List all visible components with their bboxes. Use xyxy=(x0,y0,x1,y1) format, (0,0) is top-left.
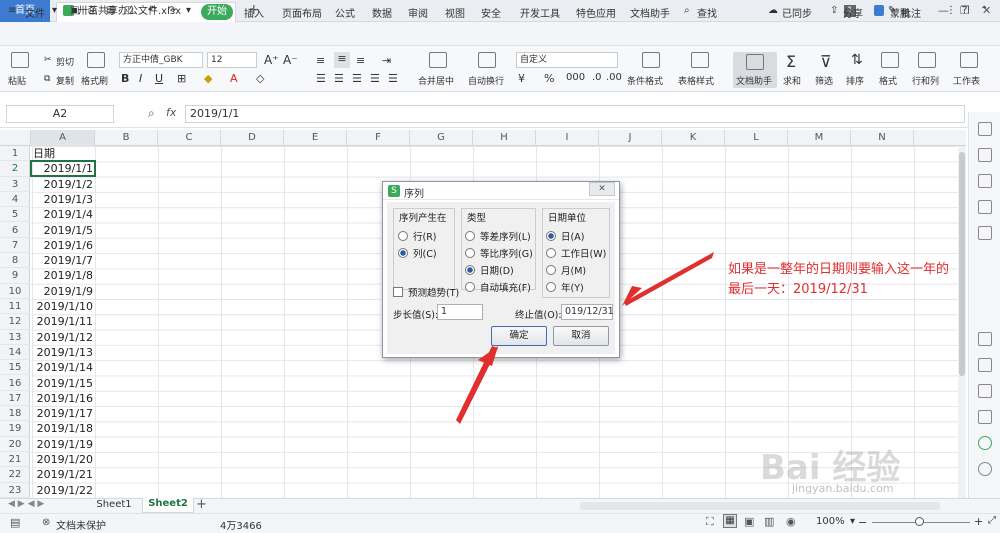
annotation-text: 如果是一整年的日期则要输入这一年的 最后一天：2019/12/31 xyxy=(728,260,998,300)
baidu-watermark-url: jingyan.baidu.com xyxy=(792,482,894,495)
arrow-head-icon xyxy=(478,346,498,366)
arrow-to-stop-value xyxy=(624,252,714,306)
annotation-line-2: 最后一天：2019/12/31 xyxy=(728,282,868,297)
annotation-line-1: 如果是一整年的日期则要输入这一年的 xyxy=(728,262,950,277)
